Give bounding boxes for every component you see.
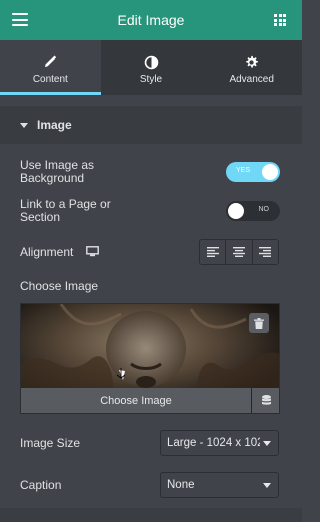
tab-label: Style (139, 74, 163, 85)
panel-header: Edit Image (0, 0, 302, 40)
align-left-icon (206, 247, 219, 257)
align-center-button[interactable] (226, 240, 253, 264)
align-left-button[interactable] (200, 240, 227, 264)
section-title: Image (37, 118, 72, 132)
image-size-label: Image Size (20, 436, 81, 450)
tab-label: Content (32, 74, 68, 85)
align-center-icon (232, 247, 245, 257)
toggle-state-text: YES (236, 167, 251, 174)
half-circle-icon (144, 54, 159, 70)
caption-select[interactable]: None (160, 472, 279, 498)
tab-bar: Content Style Advanced (0, 40, 302, 95)
desktop-icon[interactable] (86, 246, 99, 260)
choose-image-button[interactable]: Choose Image (21, 388, 251, 413)
next-section-strip (0, 508, 302, 522)
tab-content[interactable]: Content (0, 40, 101, 95)
delete-image-button[interactable] (249, 313, 269, 333)
toggle-knob (262, 164, 278, 180)
gear-icon (244, 54, 259, 70)
toggle-state-text: NO (258, 206, 270, 213)
link-toggle-label: Link to a Page or Section (20, 197, 111, 224)
caption-value: None (167, 479, 195, 491)
bg-toggle[interactable]: YES (226, 162, 280, 182)
chevron-down-icon (263, 441, 271, 446)
alignment-buttons (199, 239, 279, 265)
tab-label: Advanced (229, 74, 274, 85)
bg-toggle-label: Use Image as Background (20, 158, 95, 185)
pencil-icon (43, 54, 57, 70)
align-right-button[interactable] (252, 240, 278, 264)
choose-image-label: Choose Image (20, 279, 99, 293)
panel-title: Edit Image (117, 12, 185, 28)
image-size-value: Large - 1024 x 1024 (167, 437, 260, 449)
toggle-knob (228, 203, 244, 219)
alignment-label: Alignment (20, 245, 74, 259)
chevron-down-icon (263, 483, 271, 488)
trash-icon (254, 317, 264, 329)
caption-label: Caption (20, 478, 62, 492)
align-right-icon (259, 247, 272, 257)
tab-style[interactable]: Style (101, 40, 202, 95)
hamburger-icon[interactable] (12, 13, 28, 26)
section-header-image[interactable]: Image (0, 106, 302, 144)
image-preview[interactable]: Choose Image (20, 303, 280, 414)
grid-icon[interactable] (274, 14, 286, 26)
dynamic-tags-button[interactable] (252, 388, 279, 413)
tab-advanced[interactable]: Advanced (201, 40, 302, 95)
link-toggle[interactable]: NO (226, 201, 280, 221)
database-icon (261, 395, 271, 405)
caret-down-icon (20, 122, 28, 128)
image-size-select[interactable]: Large - 1024 x 1024 (160, 430, 279, 456)
